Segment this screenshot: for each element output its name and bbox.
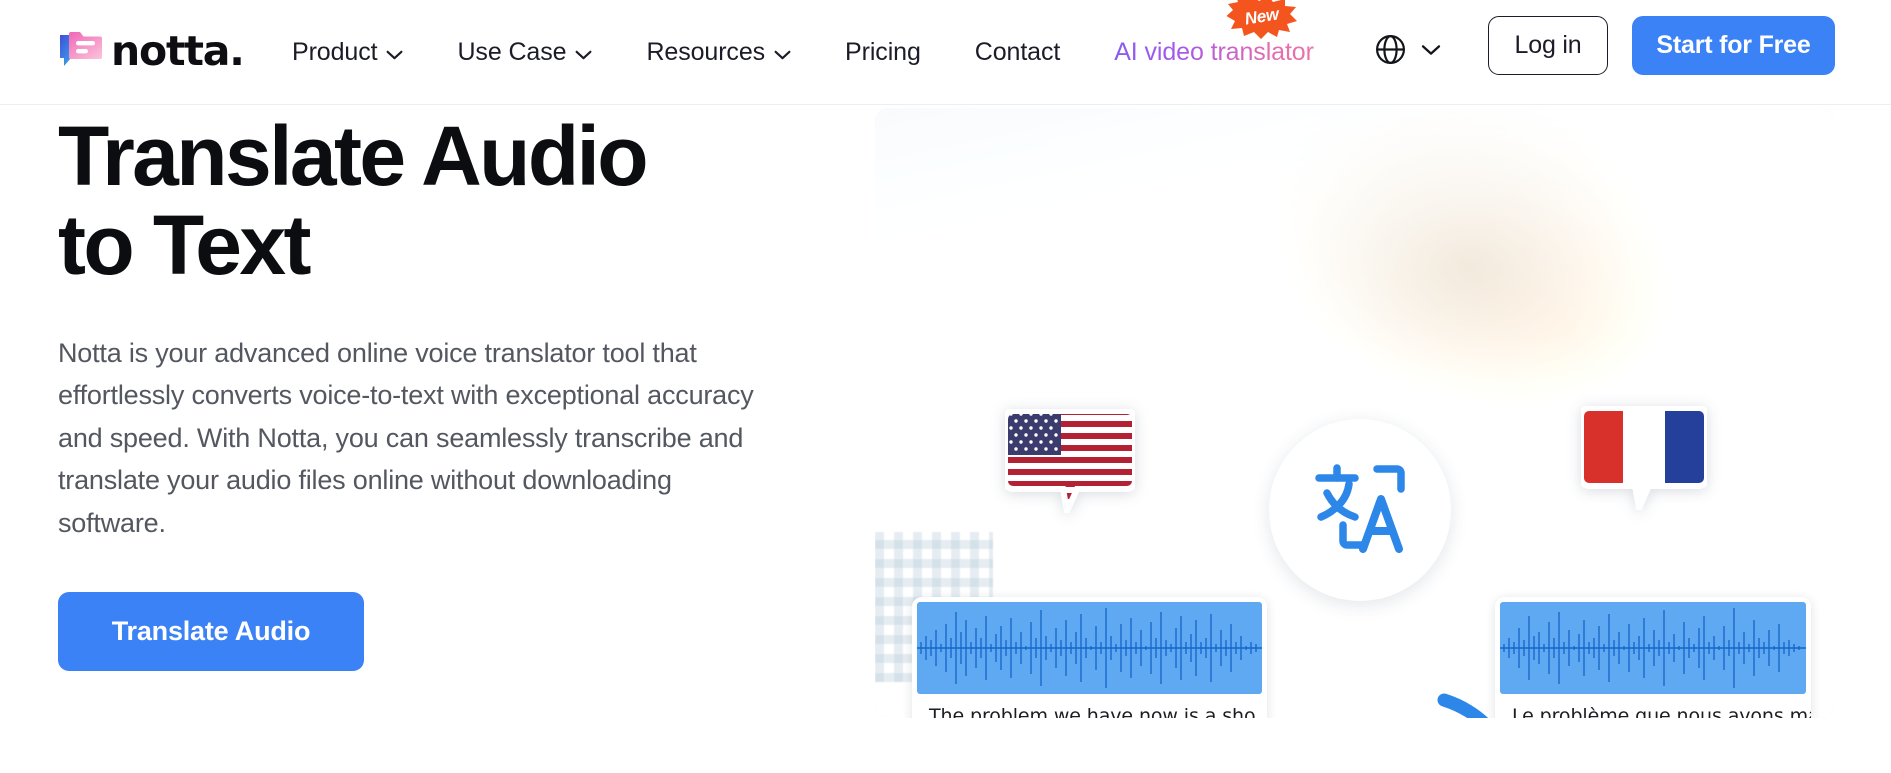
nav-label-use-case: Use Case (457, 38, 567, 66)
brand-logo[interactable]: notta. (58, 22, 245, 80)
target-caption: Le problème que nous avons main... (1512, 705, 1811, 718)
chevron-down-icon (774, 50, 791, 60)
chevron-down-icon (575, 50, 592, 60)
nav-label-contact: Contact (974, 38, 1061, 66)
us-flag-icon (1005, 409, 1135, 513)
nav-item-product[interactable]: Product (292, 38, 430, 67)
chevron-down-icon (1421, 43, 1441, 61)
hero-subtitle: Notta is your advanced online voice tran… (58, 338, 754, 538)
page-title: Translate Audio to Text (58, 109, 649, 293)
nav-item-use-case[interactable]: Use Case (430, 38, 619, 67)
nav-item-pricing[interactable]: Pricing (818, 38, 948, 67)
nav-label-resources: Resources (646, 38, 766, 66)
hero-illustration: The problem we have now is a sho... Le p… (875, 108, 1834, 718)
nav-item-ai-video-translator[interactable]: AI video translator (1087, 38, 1341, 67)
nav-item-contact[interactable]: Contact (948, 38, 1087, 67)
brand-name: notta. (111, 26, 245, 75)
source-transcript-card[interactable]: The problem we have now is a sho... (912, 597, 1267, 718)
target-transcript-card[interactable]: Le problème que nous avons main... (1495, 597, 1811, 718)
translate-audio-button[interactable]: Translate Audio (58, 591, 364, 671)
source-waveform (917, 602, 1262, 694)
notta-logo-icon (58, 28, 104, 74)
fr-flag-icon (1581, 406, 1707, 510)
start-for-free-button[interactable]: Start for Free (1632, 16, 1835, 75)
source-caption: The problem we have now is a sho... (929, 705, 1267, 718)
globe-icon (1374, 33, 1407, 71)
login-button[interactable]: Log in (1488, 16, 1608, 75)
main-nav: Product Use Case Resources Pricing Conta… (292, 0, 1341, 105)
nav-item-resources[interactable]: Resources (619, 38, 818, 67)
translate-badge (1269, 419, 1451, 601)
target-waveform (1500, 602, 1806, 694)
language-selector[interactable] (1374, 33, 1441, 71)
translate-icon (1305, 453, 1415, 568)
chevron-down-icon (386, 50, 403, 60)
nav-label-product: Product (292, 38, 378, 66)
site-header: notta. Product Use Case Resources Pricin… (0, 0, 1891, 105)
hero-content: Translate Audio to Text Notta is your ad… (58, 109, 818, 671)
landing-page: notta. Product Use Case Resources Pricin… (0, 0, 1891, 773)
nav-label-pricing: Pricing (845, 38, 921, 66)
